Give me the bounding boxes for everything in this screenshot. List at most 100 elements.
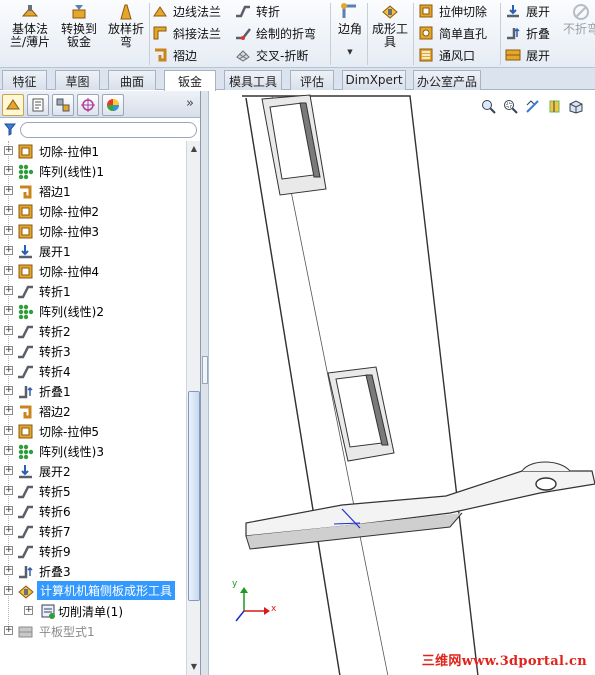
expand-toggle-icon[interactable]: + — [4, 626, 13, 635]
tree-item[interactable]: + 切削清单(1) — [0, 601, 186, 621]
property-manager-tab[interactable] — [27, 94, 49, 116]
tree-item[interactable]: + 切除-拉伸3 — [0, 221, 186, 241]
zoom-to-area-icon[interactable] — [501, 97, 519, 115]
no-bends-button[interactable]: 不折弯 — [561, 2, 595, 36]
tab-sheet-metal[interactable]: 钣金 — [164, 70, 216, 91]
convert-to-sheetmetal-button[interactable]: 转换到钣金 — [58, 2, 100, 49]
expand-toggle-icon[interactable]: + — [4, 466, 13, 475]
tree-item[interactable]: + 切除-拉伸5 — [0, 421, 186, 441]
tree-item[interactable]: + 转折1 — [0, 281, 186, 301]
tree-item[interactable]: + 转折6 — [0, 501, 186, 521]
expand-toggle-icon[interactable]: + — [4, 386, 13, 395]
expand-toggle-icon[interactable]: + — [4, 586, 13, 595]
section-view-icon[interactable] — [545, 97, 563, 115]
expand-toggle-icon[interactable]: + — [4, 426, 13, 435]
view-orientation-icon[interactable] — [567, 97, 585, 115]
vent-button[interactable]: 通风口 — [418, 45, 475, 65]
expand-toggle-icon[interactable]: + — [4, 446, 13, 455]
expand-toggle-icon[interactable]: + — [4, 226, 13, 235]
simple-hole-button[interactable]: 简单直孔 — [418, 23, 487, 43]
jog-button[interactable]: 转折 — [235, 1, 280, 21]
base-flange-button[interactable]: 基体法兰/薄片 — [6, 2, 54, 49]
scroll-thumb[interactable] — [188, 391, 200, 601]
feature-manager-tab[interactable] — [2, 94, 24, 116]
expand-toggle-icon[interactable]: + — [4, 406, 13, 415]
tab-surfaces[interactable]: 曲面 — [108, 70, 156, 90]
tree-item[interactable]: + 切除-拉伸4 — [0, 261, 186, 281]
flatten-button[interactable]: 展开 — [505, 45, 550, 65]
tree-item[interactable]: + 展开2 — [0, 461, 186, 481]
expand-toggle-icon[interactable]: + — [4, 186, 13, 195]
expand-toggle-icon[interactable]: + — [4, 486, 13, 495]
sketched-bend-button[interactable]: 绘制的折弯 — [235, 23, 316, 43]
expand-toggle-icon[interactable]: + — [4, 266, 13, 275]
tree-item[interactable]: + 转折3 — [0, 341, 186, 361]
tree-item[interactable]: + 计算机机箱侧板成形工具 — [0, 581, 186, 601]
tree-item[interactable]: + 折叠3 — [0, 561, 186, 581]
tree-item[interactable]: + 折叠1 — [0, 381, 186, 401]
tree-item[interactable]: + 展开1 — [0, 241, 186, 261]
previous-view-icon[interactable] — [523, 97, 541, 115]
expand-toggle-icon[interactable]: + — [4, 346, 13, 355]
tab-mold-tools[interactable]: 模具工具 — [224, 70, 282, 90]
graphics-viewport[interactable]: y x 三维网www.3dportal.cn — [210, 91, 595, 675]
expand-toggle-icon[interactable]: + — [4, 146, 13, 155]
edge-flange-button[interactable]: 边线法兰 — [152, 1, 221, 21]
expand-toggle-icon[interactable]: + — [4, 526, 13, 535]
extruded-cut-button[interactable]: 拉伸切除 — [418, 1, 487, 21]
tree-item[interactable]: + 平板型式1 — [0, 621, 186, 641]
unfold-button[interactable]: 展开 — [505, 1, 550, 21]
tree-item[interactable]: + 转折4 — [0, 361, 186, 381]
panel-splitter[interactable] — [201, 91, 209, 675]
expand-toggle-icon[interactable]: + — [4, 206, 13, 215]
lofted-bend-icon — [120, 4, 132, 20]
display-manager-tab[interactable] — [102, 94, 124, 116]
expand-toggle-icon[interactable]: + — [4, 286, 13, 295]
tab-office-products[interactable]: 办公室产品 — [413, 70, 481, 90]
corner-button[interactable]: 边角 ▼ — [334, 2, 366, 59]
tree-item-label: 转折1 — [39, 285, 71, 299]
expand-toggle-icon[interactable]: + — [4, 166, 13, 175]
scroll-down-arrow-icon[interactable]: ▼ — [188, 660, 200, 674]
lofted-bend-button[interactable]: 放样折弯 — [104, 2, 148, 49]
tree-vertical-scrollbar[interactable]: ▲ ▼ — [186, 141, 200, 675]
expand-toggle-icon[interactable]: + — [4, 566, 13, 575]
tree-item[interactable]: + 转折7 — [0, 521, 186, 541]
tree-item[interactable]: + 褶边2 — [0, 401, 186, 421]
scroll-up-arrow-icon[interactable]: ▲ — [188, 142, 200, 156]
expand-toggle-icon[interactable]: + — [4, 326, 13, 335]
dimxpert-manager-tab[interactable] — [77, 94, 99, 116]
tab-sketch[interactable]: 草图 — [55, 70, 100, 90]
expand-toggle-icon[interactable]: + — [24, 606, 33, 615]
filter-icon[interactable] — [4, 123, 16, 136]
corner-dropdown-icon[interactable]: ▼ — [334, 46, 366, 59]
zoom-to-fit-icon[interactable] — [479, 97, 497, 115]
tree-item[interactable]: + 褶边1 — [0, 181, 186, 201]
panel-more-chevron-icon[interactable]: » — [186, 96, 194, 111]
expand-toggle-icon[interactable]: + — [4, 306, 13, 315]
expand-toggle-icon[interactable]: + — [4, 366, 13, 375]
forming-tool-button[interactable]: 成形工具 — [370, 2, 410, 49]
expand-toggle-icon[interactable]: + — [4, 546, 13, 555]
tab-evaluate[interactable]: 评估 — [290, 70, 334, 90]
fold-button[interactable]: 折叠 — [505, 23, 550, 43]
tab-features[interactable]: 特征 — [2, 70, 47, 90]
hem-button[interactable]: 褶边 — [152, 45, 197, 65]
tree-item[interactable]: + 转折9 — [0, 541, 186, 561]
filter-input[interactable] — [20, 122, 197, 138]
expand-toggle-icon[interactable]: + — [4, 246, 13, 255]
tab-dimxpert[interactable]: DimXpert — [342, 70, 406, 90]
splitter-grip-icon[interactable] — [202, 356, 208, 384]
tree-item[interactable]: + 转折2 — [0, 321, 186, 341]
cross-break-button[interactable]: 交叉-折断 — [235, 45, 308, 65]
fold-icon — [19, 386, 33, 399]
tree-item[interactable]: + 阵列(线性)3 — [0, 441, 186, 461]
tree-item[interactable]: + 阵列(线性)1 — [0, 161, 186, 181]
configuration-manager-tab[interactable] — [52, 94, 74, 116]
tree-item[interactable]: + 转折5 — [0, 481, 186, 501]
tree-item[interactable]: + 切除-拉伸1 — [0, 141, 186, 161]
expand-toggle-icon[interactable]: + — [4, 506, 13, 515]
miter-flange-button[interactable]: 斜接法兰 — [152, 23, 221, 43]
tree-item[interactable]: + 阵列(线性)2 — [0, 301, 186, 321]
tree-item[interactable]: + 切除-拉伸2 — [0, 201, 186, 221]
